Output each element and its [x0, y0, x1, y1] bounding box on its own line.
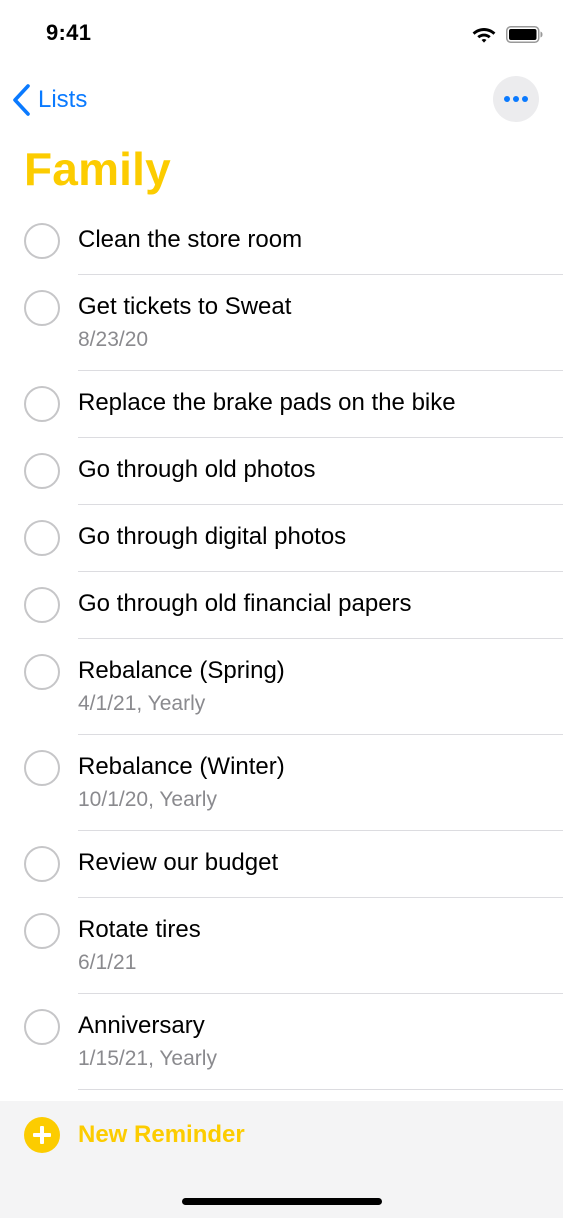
reminder-checkbox[interactable]: [24, 290, 60, 326]
reminder-checkbox[interactable]: [24, 846, 60, 882]
reminder-checkbox[interactable]: [24, 520, 60, 556]
wifi-icon: [472, 28, 496, 43]
reminder-title: Anniversary: [78, 1012, 205, 1039]
status-bar: 9:41: [0, 0, 563, 70]
reminder-item[interactable]: Rebalance (Spring) 4/1/21, Yearly: [0, 639, 563, 735]
status-time: 9:41: [46, 20, 92, 45]
reminder-title: Go through old financial papers: [78, 590, 412, 617]
reminder-list: Clean the store room Get tickets to Swea…: [0, 208, 563, 1090]
reminder-item[interactable]: Anniversary 1/15/21, Yearly: [0, 994, 563, 1090]
new-reminder-button[interactable]: New Reminder: [24, 1117, 245, 1153]
reminder-checkbox[interactable]: [24, 654, 60, 690]
back-label: Lists: [38, 86, 88, 113]
reminder-due-date: 1/15/21, Yearly: [78, 1047, 217, 1070]
reminder-item[interactable]: Rebalance (Winter) 10/1/20, Yearly: [0, 735, 563, 831]
reminder-title: Get tickets to Sweat: [78, 293, 292, 320]
reminder-due-date: 8/23/20: [78, 328, 149, 351]
reminder-title: Rotate tires: [78, 916, 201, 943]
reminder-title: Rebalance (Winter): [78, 753, 285, 780]
reminder-item[interactable]: Go through old photos: [0, 438, 563, 505]
reminder-title: Replace the brake pads on the bike: [78, 389, 456, 416]
list-title: Family: [24, 143, 171, 195]
reminder-title: Go through digital photos: [78, 523, 347, 550]
reminder-title: Go through old photos: [78, 456, 316, 483]
plus-circle-icon: [24, 1117, 60, 1153]
reminder-item[interactable]: Get tickets to Sweat 8/23/20: [0, 275, 563, 371]
reminder-title: Rebalance (Spring): [78, 657, 285, 684]
chevron-left-icon: [13, 84, 30, 116]
reminder-item[interactable]: Clean the store room: [0, 208, 563, 275]
reminder-item[interactable]: Go through digital photos: [0, 505, 563, 572]
reminder-checkbox[interactable]: [24, 223, 60, 259]
reminder-checkbox[interactable]: [24, 453, 60, 489]
battery-icon: [506, 26, 543, 43]
reminder-due-date: 6/1/21: [78, 951, 137, 974]
reminder-title: Clean the store room: [78, 226, 303, 253]
reminder-item[interactable]: Replace the brake pads on the bike: [0, 371, 563, 438]
ellipsis-icon: [504, 96, 528, 102]
reminder-item[interactable]: Go through old financial papers: [0, 572, 563, 639]
reminder-item[interactable]: Rotate tires 6/1/21: [0, 898, 563, 994]
back-button[interactable]: Lists: [10, 80, 87, 120]
reminder-due-date: 4/1/21, Yearly: [78, 692, 206, 715]
reminder-checkbox[interactable]: [24, 587, 60, 623]
reminder-checkbox[interactable]: [24, 386, 60, 422]
home-indicator[interactable]: [182, 1198, 382, 1205]
reminder-checkbox[interactable]: [24, 750, 60, 786]
reminder-checkbox[interactable]: [24, 1009, 60, 1045]
reminder-checkbox[interactable]: [24, 913, 60, 949]
nav-bar: Lists: [0, 72, 563, 128]
new-reminder-label: New Reminder: [78, 1121, 245, 1148]
divider: [78, 1089, 563, 1090]
more-button[interactable]: [493, 76, 539, 122]
reminder-due-date: 10/1/20, Yearly: [78, 788, 217, 811]
reminder-item[interactable]: Review our budget: [0, 831, 563, 898]
reminder-title: Review our budget: [78, 849, 279, 876]
